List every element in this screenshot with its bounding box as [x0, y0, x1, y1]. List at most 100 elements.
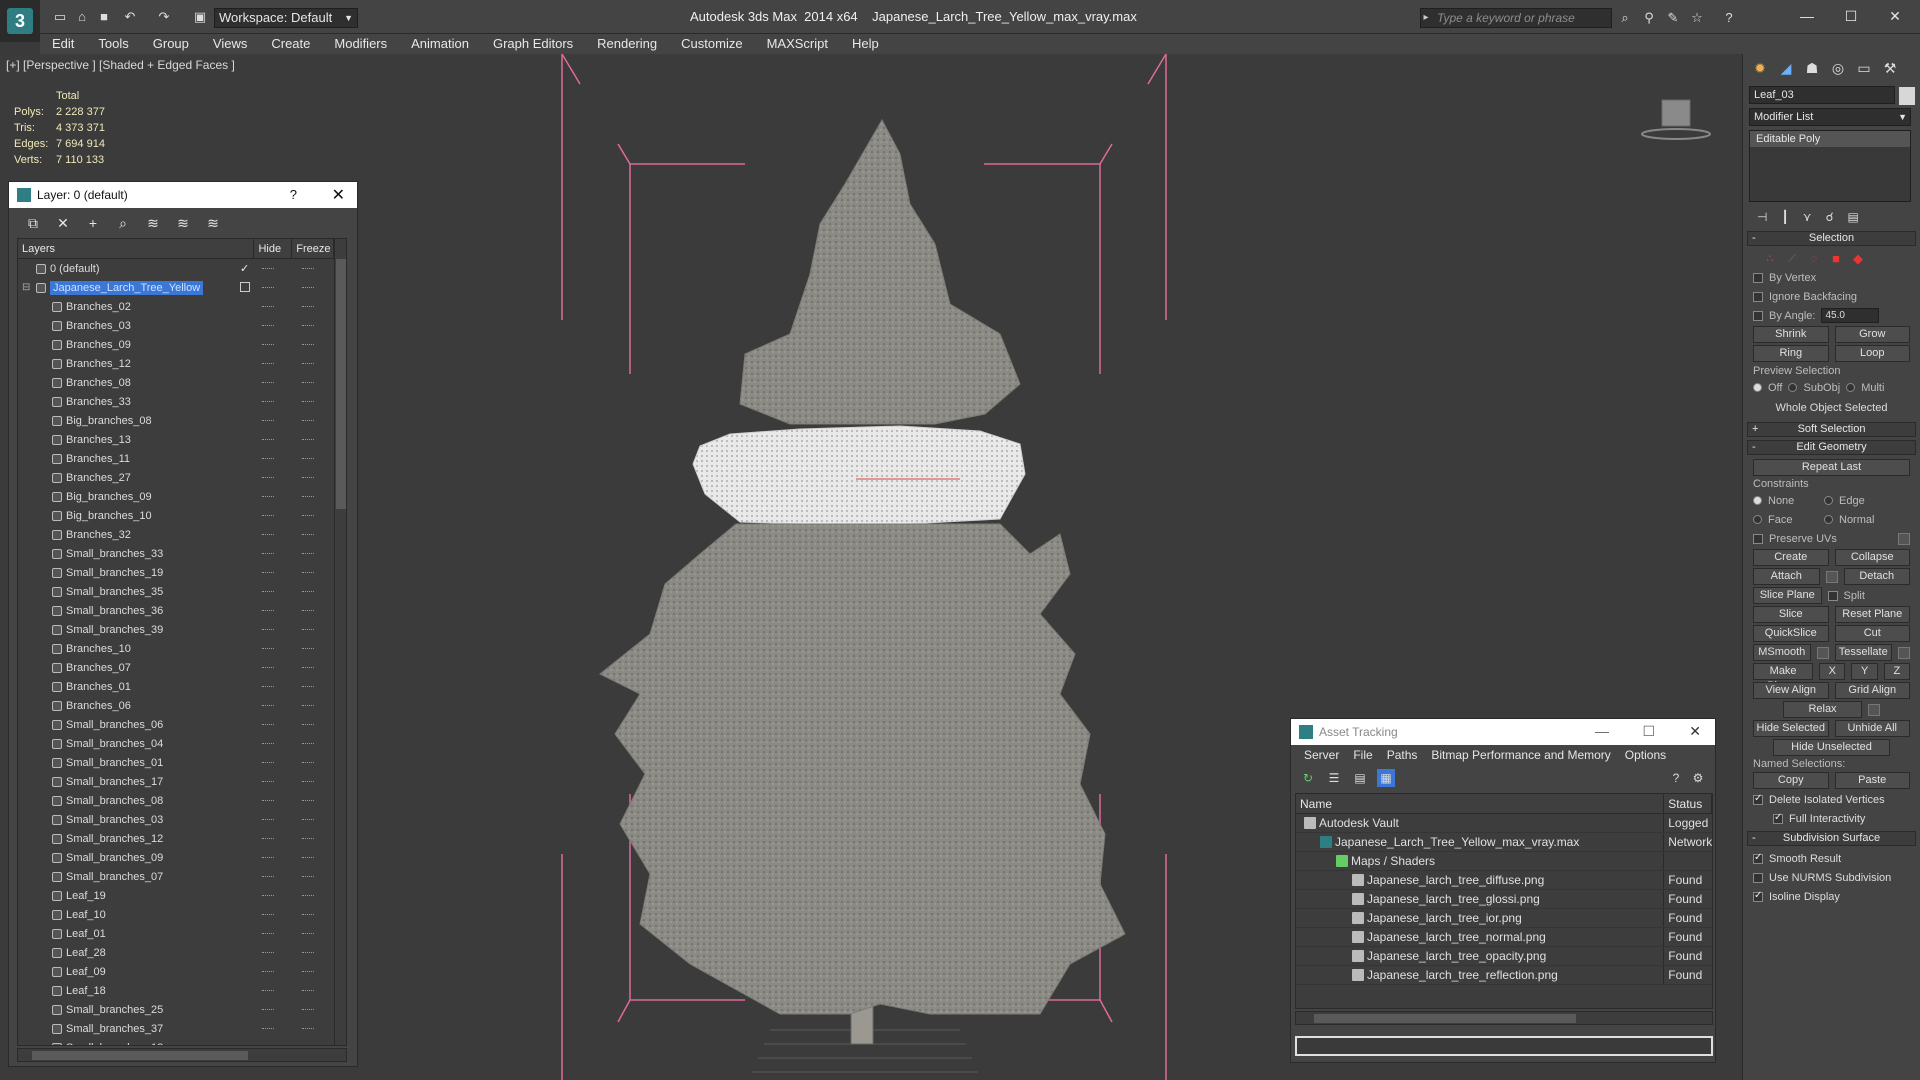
- freeze-toggle[interactable]: [302, 800, 314, 801]
- freeze-toggle[interactable]: [302, 572, 314, 573]
- ring-button[interactable]: Ring: [1753, 345, 1829, 362]
- asset-tracking-titlebar[interactable]: Asset Tracking — ☐ ✕: [1291, 719, 1715, 745]
- hide-toggle[interactable]: [262, 1009, 274, 1010]
- freeze-toggle[interactable]: [302, 439, 314, 440]
- hide-toggle[interactable]: [262, 895, 274, 896]
- layer-row[interactable]: Small_branches_39: [18, 620, 346, 639]
- hide-toggle[interactable]: [262, 762, 274, 763]
- freeze-toggle[interactable]: [302, 306, 314, 307]
- search-expand-icon[interactable]: ▸: [1420, 8, 1432, 28]
- constraint-normal-radio[interactable]: [1824, 515, 1833, 524]
- asset-row[interactable]: Autodesk Vault Logged: [1296, 814, 1712, 833]
- configure-sets-icon[interactable]: ▤: [1848, 210, 1859, 224]
- layer-name[interactable]: Small_branches_25: [66, 1004, 163, 1016]
- layer-name[interactable]: Small_branches_06: [66, 719, 163, 731]
- subscription-icon[interactable]: ⚲: [1640, 10, 1658, 26]
- new-file-icon[interactable]: ▭: [52, 9, 68, 25]
- layer-row[interactable]: Branches_07: [18, 658, 346, 677]
- freeze-toggle[interactable]: [302, 705, 314, 706]
- layer-row[interactable]: Small_branches_35: [18, 582, 346, 601]
- hide-toggle[interactable]: [262, 306, 274, 307]
- layer-row[interactable]: Small_branches_36: [18, 601, 346, 620]
- preview-off-radio[interactable]: [1753, 383, 1762, 392]
- freeze-toggle[interactable]: [302, 477, 314, 478]
- hide-toggle[interactable]: [262, 401, 274, 402]
- freeze-all-layers-icon[interactable]: ≋: [203, 213, 223, 233]
- planar-z-button[interactable]: Z: [1883, 663, 1911, 680]
- layer-row[interactable]: Small_branches_17: [18, 772, 346, 791]
- polygon-icon[interactable]: ■: [1829, 251, 1843, 266]
- freeze-toggle[interactable]: [302, 515, 314, 516]
- planar-y-button[interactable]: Y: [1851, 663, 1878, 680]
- hide-toggle[interactable]: [262, 287, 274, 288]
- active-layer-check-icon[interactable]: ✓: [240, 262, 249, 275]
- freeze-toggle[interactable]: [302, 344, 314, 345]
- layer-name[interactable]: Branches_11: [66, 453, 130, 465]
- layer-row[interactable]: Small_branches_18: [18, 1038, 346, 1045]
- freeze-toggle[interactable]: [302, 990, 314, 991]
- select-objects-icon[interactable]: ⌕: [113, 213, 133, 233]
- preview-multi-radio[interactable]: [1846, 383, 1856, 392]
- freeze-toggle[interactable]: [302, 933, 314, 934]
- relax-settings-icon[interactable]: [1868, 703, 1880, 716]
- tessellate-settings-icon[interactable]: [1898, 646, 1910, 659]
- column-status[interactable]: Status: [1664, 794, 1712, 813]
- vertex-icon[interactable]: ∴: [1763, 252, 1777, 266]
- menu-help[interactable]: Help: [840, 34, 891, 54]
- layer-row[interactable]: Branches_08: [18, 373, 346, 392]
- menu-file[interactable]: File: [1346, 748, 1379, 762]
- minimize-icon[interactable]: —: [1595, 723, 1609, 739]
- hide-toggle[interactable]: [262, 553, 274, 554]
- layer-name[interactable]: Small_branches_36: [66, 605, 163, 617]
- layer-name[interactable]: Small_branches_35: [66, 586, 163, 598]
- freeze-toggle[interactable]: [302, 610, 314, 611]
- hide-toggle[interactable]: [262, 629, 274, 630]
- hide-toggle[interactable]: [262, 591, 274, 592]
- viewport-label[interactable]: [+] [Perspective ] [Shaded + Edged Faces…: [6, 58, 235, 72]
- hide-toggle[interactable]: [262, 743, 274, 744]
- layer-name[interactable]: Branches_02: [66, 301, 131, 313]
- highlight-layer-icon[interactable]: ≋: [143, 213, 163, 233]
- layer-row[interactable]: Leaf_18: [18, 981, 346, 1000]
- pin-stack-icon[interactable]: ⊣: [1757, 210, 1767, 224]
- layer-name[interactable]: Japanese_Larch_Tree_Yellow: [50, 280, 204, 295]
- freeze-toggle[interactable]: [302, 591, 314, 592]
- hide-toggle[interactable]: [262, 363, 274, 364]
- menu-rendering[interactable]: Rendering: [585, 34, 669, 54]
- freeze-toggle[interactable]: [302, 667, 314, 668]
- menu-group[interactable]: Group: [141, 34, 201, 54]
- layer-row[interactable]: Branches_10: [18, 639, 346, 658]
- menu-views[interactable]: Views: [201, 34, 259, 54]
- use-nurms-checkbox[interactable]: [1753, 872, 1763, 883]
- layer-name[interactable]: Branches_08: [66, 377, 131, 389]
- layer-row[interactable]: Small_branches_06: [18, 715, 346, 734]
- list-view-icon[interactable]: ☰: [1325, 769, 1343, 787]
- layer-horizontal-scrollbar[interactable]: [17, 1048, 347, 1062]
- collapse-button[interactable]: Collapse: [1834, 549, 1910, 566]
- relax-button[interactable]: Relax: [1783, 701, 1862, 718]
- freeze-toggle[interactable]: [302, 401, 314, 402]
- utilities-tab-icon[interactable]: ⚒: [1879, 58, 1901, 78]
- layer-dialog-titlebar[interactable]: Layer: 0 (default) ? ✕: [9, 182, 357, 208]
- layer-name[interactable]: Small_branches_39: [66, 624, 163, 636]
- freeze-toggle[interactable]: [302, 325, 314, 326]
- layer-name[interactable]: Leaf_28: [66, 947, 106, 959]
- layer-name[interactable]: Small_branches_03: [66, 814, 163, 826]
- split-checkbox[interactable]: [1827, 590, 1838, 601]
- tessellate-button[interactable]: Tessellate: [1834, 644, 1892, 661]
- freeze-toggle[interactable]: [302, 458, 314, 459]
- freeze-toggle[interactable]: [302, 363, 314, 364]
- display-tab-icon[interactable]: ▭: [1853, 58, 1875, 78]
- attach-settings-icon[interactable]: [1825, 570, 1838, 583]
- layer-name[interactable]: Small_branches_17: [66, 776, 163, 788]
- layer-name[interactable]: Branches_12: [66, 358, 131, 370]
- freeze-toggle[interactable]: [302, 534, 314, 535]
- menu-create[interactable]: Create: [259, 34, 322, 54]
- layer-name[interactable]: Small_branches_19: [66, 567, 163, 579]
- layer-row[interactable]: Branches_01: [18, 677, 346, 696]
- object-name-field[interactable]: Leaf_03: [1749, 86, 1895, 104]
- ignore-backfacing-checkbox[interactable]: [1753, 291, 1763, 302]
- hide-toggle[interactable]: [262, 838, 274, 839]
- layer-row[interactable]: Small_branches_08: [18, 791, 346, 810]
- layer-row[interactable]: Small_branches_01: [18, 753, 346, 772]
